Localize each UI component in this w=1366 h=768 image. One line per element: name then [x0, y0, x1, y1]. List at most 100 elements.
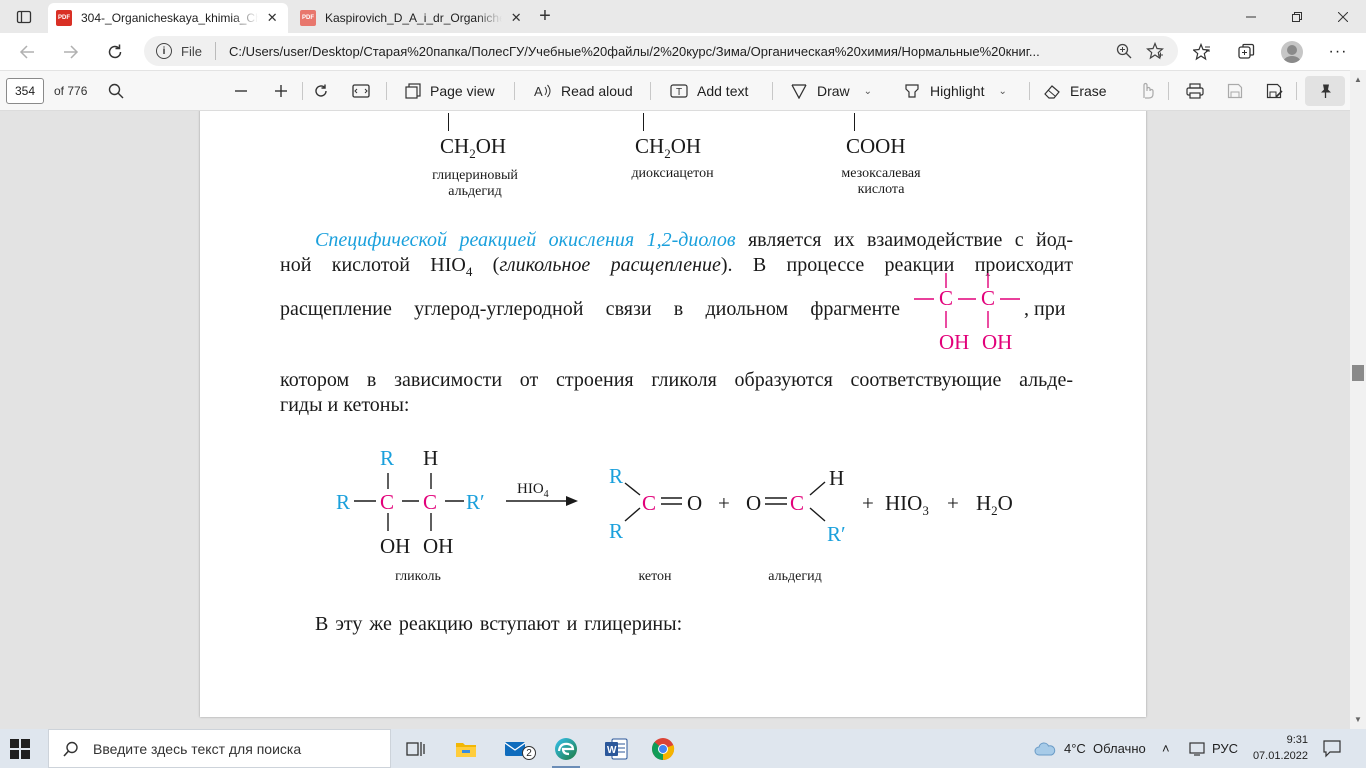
page-number-input[interactable]: 354 — [6, 78, 44, 104]
divider — [302, 82, 303, 100]
close-tab-icon[interactable]: ✕ — [508, 10, 524, 26]
pdf-toolbar: 354 of 776 Page view A Read aloud T Add … — [0, 70, 1366, 111]
paragraph-line: котором в зависимости от строения гликол… — [280, 369, 1073, 391]
back-icon[interactable] — [12, 37, 42, 67]
eraser-icon — [1044, 85, 1060, 99]
product-hio3: HIO3 — [885, 491, 929, 519]
read-aloud-icon: A — [534, 84, 551, 99]
fit-page-icon[interactable] — [350, 80, 372, 102]
add-favorite-icon[interactable] — [1146, 41, 1164, 65]
zoom-in-icon[interactable] — [270, 80, 292, 102]
divider — [1296, 82, 1297, 100]
vertical-scrollbar[interactable] — [1350, 70, 1366, 729]
pdf-file-icon: PDF — [300, 10, 316, 26]
forward-icon[interactable] — [56, 37, 86, 67]
tab-organic-chemistry[interactable]: PDF 304-_Organicheskaya_khimia_Ch ✕ — [48, 3, 288, 33]
scroll-down-icon[interactable]: ▼ — [1350, 713, 1366, 727]
rotate-icon[interactable] — [310, 80, 332, 102]
formula-ch2oh: CH2OH — [440, 134, 507, 162]
chevron-down-icon[interactable]: ⌄ — [998, 86, 1006, 97]
notification-icon[interactable] — [1322, 738, 1342, 763]
scrollbar-thumb[interactable] — [1352, 365, 1364, 381]
add-text-button[interactable]: T Add text — [670, 80, 748, 102]
site-info-icon[interactable]: i — [156, 43, 172, 59]
bond-line — [643, 113, 644, 131]
pin-toolbar-icon[interactable] — [1305, 76, 1345, 106]
pdf-viewer[interactable]: CH2OH глицериновый альдегид CH2OH диокси… — [0, 111, 1350, 729]
edge-browser-icon[interactable] — [542, 729, 590, 768]
language-indicator[interactable]: РУС — [1212, 729, 1238, 768]
chevron-down-icon[interactable]: ⌄ — [864, 86, 872, 97]
page-view-label: Page view — [430, 83, 495, 99]
substituent-r: R — [380, 446, 395, 470]
atom-oxygen: O — [687, 491, 703, 515]
fragment-hydroxyl: OH — [939, 330, 970, 354]
caption-ketone: кетон — [638, 569, 672, 584]
zoom-out-icon[interactable] — [230, 80, 252, 102]
restore-icon[interactable] — [1274, 0, 1320, 33]
scheme-label: File — [181, 43, 202, 59]
save-as-icon[interactable] — [1264, 80, 1286, 102]
fragment-carbon: C — [981, 286, 996, 310]
new-tab-icon[interactable]: + — [534, 6, 556, 28]
mail-icon[interactable]: 2 — [492, 729, 540, 768]
file-explorer-icon[interactable] — [442, 729, 490, 768]
tab-title: 304-_Organicheskaya_khimia_Ch — [81, 11, 259, 25]
url-text[interactable]: C:/Users/user/Desktop/Старая%20папка/Пол… — [229, 44, 1089, 59]
atom-carbon: C — [380, 490, 395, 514]
caption-dihydroxyacetone: диоксиацетон — [631, 166, 714, 181]
close-tab-icon[interactable]: ✕ — [264, 10, 280, 26]
pdf-page: CH2OH глицериновый альдегид CH2OH диокси… — [200, 111, 1146, 717]
caption-mesoxalic-acid: мезоксалевая кислота — [841, 166, 921, 197]
tab-actions-icon[interactable] — [8, 5, 40, 29]
svg-text:W: W — [607, 745, 617, 756]
favorites-icon[interactable] — [1190, 40, 1214, 64]
paragraph-line: , при — [1024, 298, 1066, 320]
save-icon[interactable] — [1224, 80, 1246, 102]
scroll-up-icon[interactable]: ▲ — [1350, 73, 1366, 87]
paragraph-line: расщепление углерод-углеродной связи в д… — [280, 298, 900, 320]
refresh-icon[interactable] — [100, 37, 130, 67]
draw-label: Draw — [817, 83, 850, 99]
minimize-icon[interactable] — [1228, 0, 1274, 33]
system-clock[interactable]: 9:31 07.01.2022 — [1252, 732, 1308, 764]
add-text-label: Add text — [697, 83, 749, 99]
read-aloud-button[interactable]: A Read aloud — [534, 80, 633, 102]
more-options-icon[interactable]: ··· — [1326, 40, 1350, 64]
page-view-button[interactable]: Page view — [405, 80, 495, 102]
address-bar[interactable]: i File C:/Users/user/Desktop/Старая%20па… — [144, 36, 1178, 66]
zoom-icon[interactable] — [1116, 43, 1132, 64]
page-view-icon — [405, 83, 421, 99]
atom-carbon: C — [423, 490, 438, 514]
highlight-button[interactable]: Highlight ⌄ — [903, 80, 1007, 102]
highlight-label: Highlight — [930, 83, 985, 99]
substituent-r: R — [609, 464, 624, 488]
formula-ch2oh: CH2OH — [635, 134, 702, 162]
mail-badge: 2 — [522, 746, 536, 760]
windows-start-icon[interactable] — [8, 737, 32, 761]
clock-date: 07.01.2022 — [1252, 750, 1308, 762]
divider — [514, 82, 515, 100]
erase-button[interactable]: Erase — [1043, 80, 1107, 102]
taskbar: Введите здесь текст для поиска 2 W 4°C О… — [0, 729, 1366, 768]
draw-button[interactable]: Draw ⌄ — [790, 80, 872, 102]
profile-avatar[interactable] — [1280, 40, 1304, 64]
collections-icon[interactable] — [1234, 40, 1258, 64]
caption-glyceraldehyde: глицериновый альдегид — [432, 168, 518, 199]
network-icon[interactable] — [1166, 729, 1206, 768]
svg-text:A: A — [534, 84, 543, 99]
word-icon[interactable]: W — [592, 729, 640, 768]
cloud-icon — [1034, 741, 1056, 755]
weather-widget[interactable]: 4°C Облачно — [1034, 729, 1146, 768]
hydroxyl-group: OH — [423, 534, 454, 558]
search-placeholder: Введите здесь текст для поиска — [93, 740, 302, 757]
taskbar-search[interactable]: Введите здесь текст для поиска — [48, 729, 391, 768]
task-view-icon[interactable] — [392, 729, 440, 768]
touch-writing-icon[interactable] — [1136, 80, 1158, 102]
search-icon[interactable] — [105, 80, 127, 102]
svg-text:T: T — [676, 87, 682, 98]
tab-kaspirovich[interactable]: PDF Kaspirovich_D_A_i_dr_Organiche ✕ — [292, 3, 532, 33]
chrome-icon[interactable] — [639, 729, 687, 768]
print-icon[interactable] — [1184, 80, 1206, 102]
close-window-icon[interactable] — [1320, 0, 1366, 33]
